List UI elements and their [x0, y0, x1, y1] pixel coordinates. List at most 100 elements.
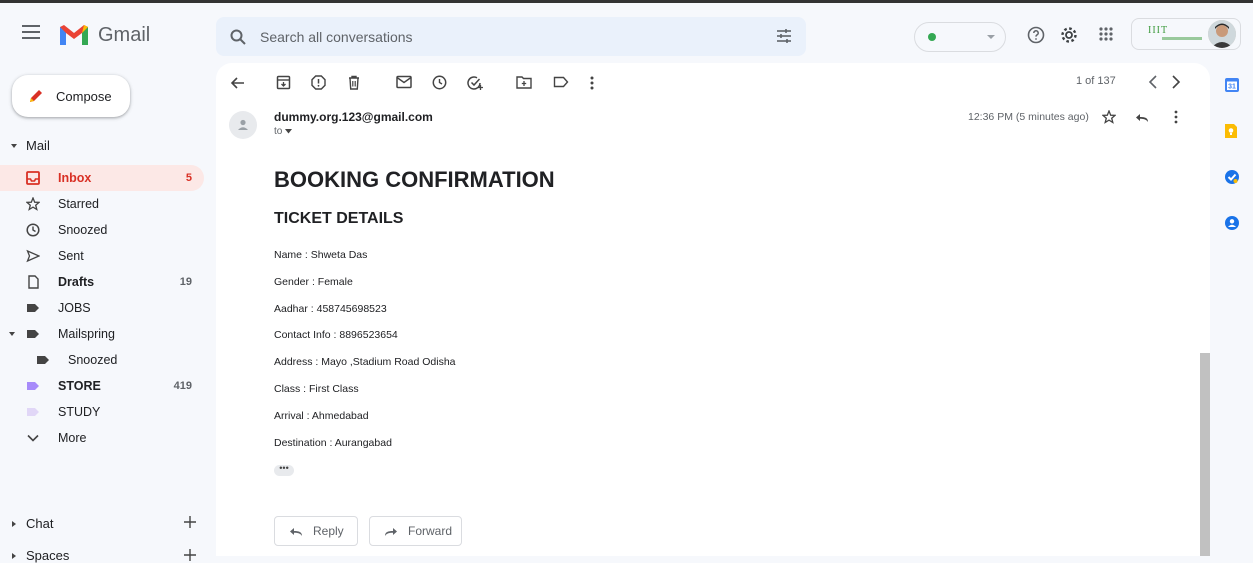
back-arrow-icon[interactable] [230, 75, 246, 91]
scrollbar-thumb[interactable] [1200, 353, 1210, 556]
compose-button[interactable]: Compose [12, 75, 130, 117]
sidebar-item-mailspring-snoozed[interactable]: Snoozed [0, 347, 204, 373]
recipient-details[interactable]: to [274, 126, 293, 137]
sidebar-item-snoozed[interactable]: Snoozed [0, 217, 204, 243]
chevron-right-icon[interactable] [1171, 75, 1181, 89]
ticket-field-class: Class : First Class [274, 383, 359, 395]
top-header: Gmail IIIT [0, 3, 1253, 63]
message-toolbar: 1 of 137 [216, 63, 1210, 103]
apps-grid-icon[interactable] [1098, 26, 1114, 42]
sidebar-item-label: Sent [58, 249, 84, 263]
sidebar-item-label: Snoozed [68, 353, 118, 367]
status-dot [928, 33, 936, 41]
sidebar-item-label: STORE [58, 379, 101, 393]
app-name: Gmail [98, 23, 151, 46]
archive-icon[interactable] [276, 75, 291, 90]
pencil-icon [30, 90, 42, 102]
chevron-left-icon[interactable] [1148, 75, 1158, 89]
reply-button[interactable]: Reply [274, 516, 358, 546]
report-spam-icon[interactable] [311, 75, 326, 90]
search-icon[interactable] [230, 29, 246, 45]
message-view: 1 of 137 dummy.org.123@gmail.com to 12:3… [216, 63, 1210, 556]
settings-gear-icon[interactable] [1060, 26, 1078, 44]
forward-icon [385, 527, 397, 536]
gmail-m-icon [60, 25, 88, 45]
star-icon[interactable] [1102, 110, 1116, 124]
help-icon[interactable] [1027, 26, 1045, 44]
status-selector[interactable] [914, 22, 1006, 52]
sidebar-item-store[interactable]: STORE 419 [0, 373, 204, 399]
contacts-icon[interactable] [1224, 215, 1240, 231]
main-menu-icon[interactable] [22, 25, 40, 39]
label-tag-icon [27, 304, 39, 312]
clock-icon [26, 223, 40, 237]
expand-caret-icon [12, 520, 16, 527]
chevron-down-icon [27, 434, 39, 442]
add-space-icon[interactable] [184, 549, 196, 561]
account-switcher[interactable]: IIIT [1131, 18, 1241, 50]
ticket-field-arrival: Arrival : Ahmedabad [274, 410, 369, 422]
draft-count: 19 [179, 276, 192, 288]
sidebar-item-inbox[interactable]: Inbox 5 [0, 165, 204, 191]
sidebar-item-label: Snoozed [58, 223, 108, 237]
sidebar-item-jobs[interactable]: JOBS [0, 295, 204, 321]
forward-button[interactable]: Forward [369, 516, 462, 546]
gmail-logo[interactable]: Gmail [58, 23, 150, 47]
sidebar-item-label: Starred [58, 197, 99, 211]
add-to-tasks-icon[interactable] [467, 75, 484, 91]
add-chat-icon[interactable] [184, 516, 196, 528]
show-trimmed-content-button[interactable]: ••• [274, 464, 294, 476]
snooze-clock-icon[interactable] [432, 75, 447, 90]
sidebar-item-drafts[interactable]: Drafts 19 [0, 269, 204, 295]
tasks-icon[interactable] [1224, 169, 1240, 185]
sidebar-item-more[interactable]: More [0, 425, 204, 451]
email-heading: BOOKING CONFIRMATION [274, 167, 555, 192]
ticket-field-gender: Gender : Female [274, 276, 353, 288]
sidebar-item-label: JOBS [58, 301, 91, 315]
label-tag-icon [37, 356, 49, 364]
more-options-icon[interactable] [1173, 110, 1179, 124]
ticket-field-aadhar: Aadhar : 458745698523 [274, 303, 387, 315]
avatar[interactable] [1208, 20, 1236, 48]
send-icon [26, 249, 40, 263]
label-icon[interactable] [553, 75, 569, 89]
calendar-icon[interactable]: 31 [1224, 77, 1240, 93]
mail-section-header[interactable]: Mail [10, 138, 50, 153]
star-icon [26, 197, 40, 211]
delete-trash-icon[interactable] [347, 75, 361, 90]
store-count: 419 [173, 380, 192, 392]
sidebar-item-sent[interactable]: Sent [0, 243, 204, 269]
chevron-down-icon [987, 35, 995, 39]
ticket-field-contact: Contact Info : 8896523654 [274, 329, 398, 341]
more-options-icon[interactable] [589, 75, 595, 91]
search-bar[interactable] [216, 17, 806, 56]
sidebar-item-label: More [58, 431, 87, 445]
expand-caret-icon[interactable] [8, 330, 16, 338]
sidebar-item-mailspring[interactable]: Mailspring [0, 321, 204, 347]
message-timestamp: 12:36 PM (5 minutes ago) [968, 111, 1089, 123]
label-tag-icon [27, 408, 39, 416]
search-input[interactable] [260, 28, 740, 45]
sender-email[interactable]: dummy.org.123@gmail.com [274, 110, 433, 124]
sidebar-item-study[interactable]: STUDY [0, 399, 204, 425]
org-logo-text: IIIT [1148, 25, 1169, 36]
search-filter-icon[interactable] [776, 28, 792, 44]
mark-unread-icon[interactable] [396, 75, 412, 89]
collapse-caret-icon [11, 143, 17, 148]
ticket-field-destination: Destination : Aurangabad [274, 437, 392, 449]
pagination-count: 1 of 137 [1076, 75, 1116, 87]
reply-icon[interactable] [1135, 112, 1149, 123]
svg-text:31: 31 [1228, 84, 1236, 91]
reply-icon [290, 527, 302, 536]
label-tag-icon [27, 330, 39, 338]
chat-section-header[interactable]: Chat [10, 516, 53, 531]
sender-avatar[interactable] [229, 111, 257, 139]
draft-file-icon [28, 275, 39, 289]
person-icon [238, 119, 248, 130]
keep-notes-icon[interactable] [1224, 123, 1238, 139]
sidebar-item-starred[interactable]: Starred [0, 191, 204, 217]
label-tag-icon [27, 382, 39, 390]
sidebar-item-label: Inbox [58, 171, 92, 185]
move-to-folder-icon[interactable] [516, 75, 532, 89]
ticket-field-address: Address : Mayo ,Stadium Road Odisha [274, 356, 456, 368]
